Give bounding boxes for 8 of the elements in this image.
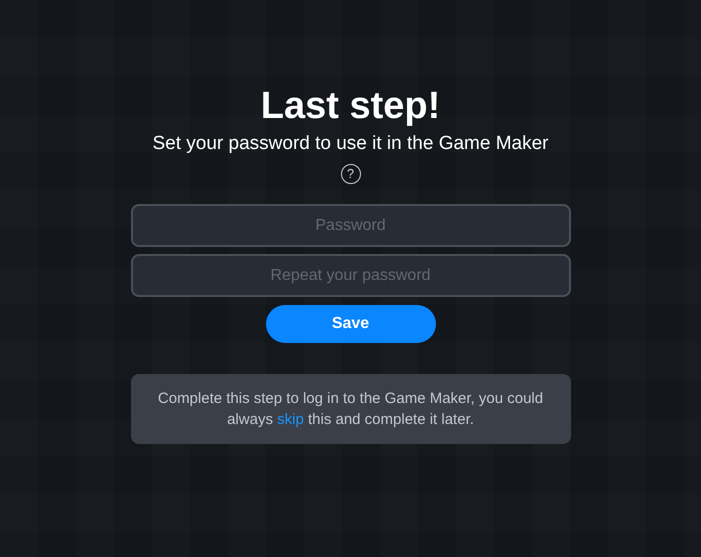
skip-link[interactable]: skip — [277, 411, 304, 428]
save-button[interactable]: Save — [266, 305, 436, 343]
help-icon[interactable]: ? — [340, 164, 360, 184]
password-field[interactable]: Password — [130, 204, 570, 247]
page-title: Last step! — [260, 84, 440, 128]
password-field[interactable]: Repeat your password — [130, 254, 570, 297]
info-text: Complete this step to log in to the Game Maker, you could always skip this and complete it later. — [156, 389, 544, 430]
subtitle: Set your password to use it in the Game Maker — [152, 133, 548, 154]
